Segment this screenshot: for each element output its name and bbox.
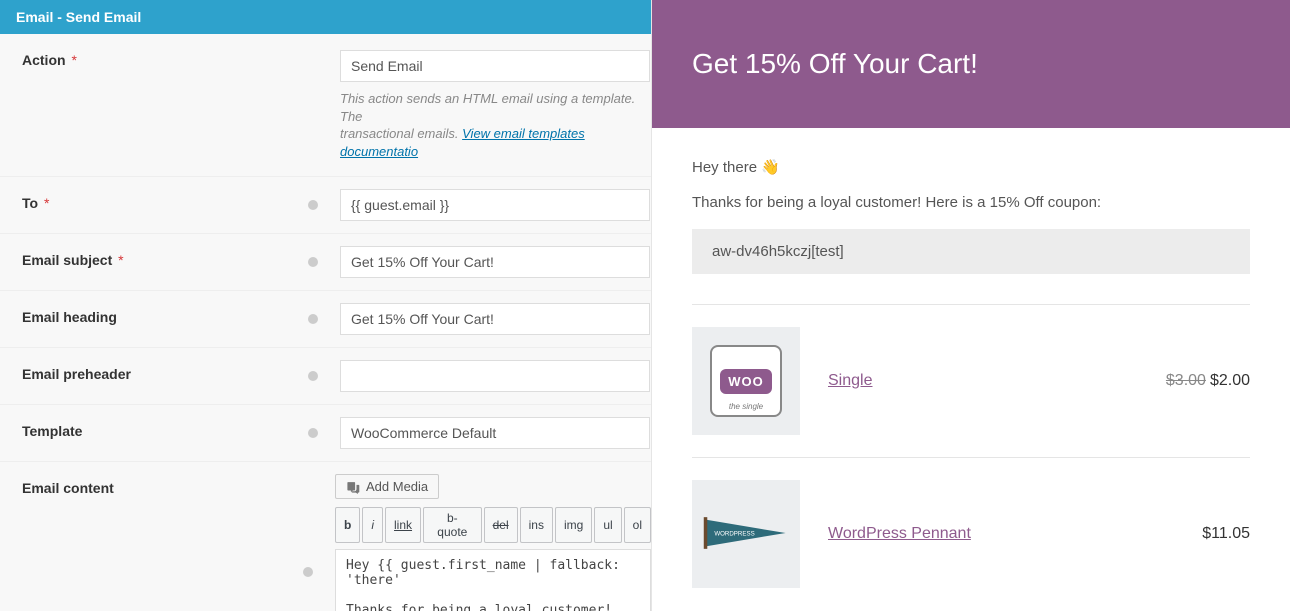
required-marker: * bbox=[71, 52, 76, 68]
preview-intro: Thanks for being a loyal customer! Here … bbox=[692, 194, 1250, 211]
product-thumb: WOO the single bbox=[692, 327, 800, 435]
qt-link[interactable]: link bbox=[385, 507, 421, 543]
email-preview: Get 15% Off Your Cart! Hey there 👋 Thank… bbox=[652, 0, 1290, 611]
label-preheader: Email preheader bbox=[22, 366, 131, 382]
add-media-button[interactable]: Add Media bbox=[335, 474, 439, 499]
row-template: Template bbox=[0, 405, 651, 462]
required-marker: * bbox=[44, 195, 49, 211]
product-link[interactable]: Single bbox=[828, 372, 872, 389]
qt-del[interactable]: del bbox=[484, 507, 518, 543]
preview-greeting: Hey there 👋 bbox=[692, 158, 1250, 176]
variable-indicator-icon[interactable] bbox=[303, 567, 313, 577]
pennant-icon: WORDPRESS bbox=[702, 513, 790, 556]
label-template: Template bbox=[22, 423, 82, 439]
qt-bold[interactable]: b bbox=[335, 507, 360, 543]
svg-text:WORDPRESS: WORDPRESS bbox=[714, 530, 754, 537]
variable-indicator-icon[interactable] bbox=[308, 428, 318, 438]
template-select[interactable] bbox=[340, 417, 650, 449]
row-heading: Email heading bbox=[0, 291, 651, 348]
variable-indicator-icon[interactable] bbox=[308, 314, 318, 324]
required-marker: * bbox=[118, 252, 123, 268]
variable-indicator-icon[interactable] bbox=[308, 371, 318, 381]
panel-title: Email - Send Email bbox=[0, 0, 651, 34]
product-price: $11.05 bbox=[1202, 525, 1250, 543]
qt-img[interactable]: img bbox=[555, 507, 592, 543]
qt-ul[interactable]: ul bbox=[594, 507, 621, 543]
variable-indicator-icon[interactable] bbox=[308, 200, 318, 210]
subject-input[interactable] bbox=[340, 246, 650, 278]
preheader-input[interactable] bbox=[340, 360, 650, 392]
product-thumb: WORDPRESS bbox=[692, 480, 800, 588]
label-subject: Email subject bbox=[22, 252, 112, 268]
qt-bquote[interactable]: b-quote bbox=[423, 507, 482, 543]
woo-logo-icon: WOO the single bbox=[710, 345, 782, 417]
product-price: $3.00$2.00 bbox=[1166, 372, 1250, 390]
action-input[interactable] bbox=[340, 50, 650, 82]
to-input[interactable] bbox=[340, 189, 650, 221]
row-action: Action * This action sends an HTML email… bbox=[0, 34, 651, 177]
qt-ins[interactable]: ins bbox=[520, 507, 553, 543]
row-to: To * bbox=[0, 177, 651, 234]
variable-indicator-icon[interactable] bbox=[308, 257, 318, 267]
action-help: This action sends an HTML email using a … bbox=[340, 90, 650, 160]
row-preheader: Email preheader bbox=[0, 348, 651, 405]
qt-italic[interactable]: i bbox=[362, 507, 383, 543]
heading-input[interactable] bbox=[340, 303, 650, 335]
media-icon bbox=[346, 480, 360, 494]
product-row: WORDPRESS WordPress Pennant $11.05 bbox=[692, 457, 1250, 610]
coupon-code: aw-dv46h5kczj[test] bbox=[692, 229, 1250, 274]
preview-heading: Get 15% Off Your Cart! bbox=[692, 48, 1250, 80]
label-heading: Email heading bbox=[22, 309, 117, 325]
quicktags-toolbar: b i link b-quote del ins img ul ol bbox=[335, 507, 651, 543]
label-to: To bbox=[22, 195, 38, 211]
product-link[interactable]: WordPress Pennant bbox=[828, 525, 971, 542]
row-subject: Email subject * bbox=[0, 234, 651, 291]
content-editor[interactable] bbox=[335, 549, 651, 611]
preview-heading-bar: Get 15% Off Your Cart! bbox=[652, 0, 1290, 128]
qt-ol[interactable]: ol bbox=[624, 507, 651, 543]
label-action: Action bbox=[22, 52, 66, 68]
product-row: WOO the single Single $3.00$2.00 bbox=[692, 304, 1250, 457]
row-content: Email content Add Media b i link b-q bbox=[0, 462, 651, 611]
label-content: Email content bbox=[22, 480, 114, 496]
email-action-panel: Email - Send Email Action * This action … bbox=[0, 0, 652, 611]
